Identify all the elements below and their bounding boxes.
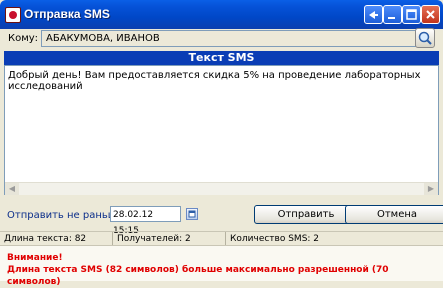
search-icon — [418, 31, 432, 45]
horizontal-scrollbar[interactable]: ◀ ▶ — [5, 182, 438, 195]
status-text-length: Длина текста: 82 — [0, 232, 113, 246]
title-bar[interactable]: Отправка SMS — [0, 0, 443, 29]
send-datetime-field[interactable]: 28.02.12 15:15 — [110, 206, 181, 236]
maximize-icon — [406, 9, 417, 20]
to-label: Кому: — [8, 33, 39, 44]
maximize-button[interactable] — [402, 5, 421, 24]
send-button[interactable]: Отправить — [254, 205, 358, 224]
scroll-right-icon[interactable]: ▶ — [424, 183, 438, 195]
status-sms-count: Количество SMS: 2 — [230, 234, 320, 244]
window-title: Отправка SMS — [24, 7, 110, 21]
status-recipients: Получателей: 2 — [113, 232, 226, 246]
sms-textarea[interactable]: Добрый день! Вам предоставляется скидка … — [4, 65, 439, 195]
minimize-button[interactable] — [383, 5, 402, 24]
calendar-button[interactable] — [186, 208, 198, 220]
scroll-left-icon[interactable]: ◀ — [5, 183, 19, 195]
minimize-icon — [388, 17, 395, 19]
app-icon — [5, 7, 21, 23]
warning-message: Длина текста SMS (82 символов) больше ма… — [7, 265, 389, 287]
help-button[interactable] — [364, 5, 383, 24]
warning-title: Внимание! — [7, 253, 63, 263]
status-bar: Длина текста: 82 Получателей: 2 Количест… — [0, 231, 443, 246]
sms-text-header: Текст SMS — [4, 51, 439, 65]
help-icon — [369, 11, 378, 19]
recipients-field[interactable]: АБАКУМОВА, ИВАНОВ — [41, 30, 416, 47]
search-recipients-button[interactable] — [415, 28, 435, 48]
warning-panel: Внимание! Длина текста SMS (82 символов)… — [0, 245, 443, 287]
send-not-before-label: Отправить не раньше: — [7, 210, 127, 221]
cancel-button[interactable]: Отмена — [345, 205, 443, 224]
calendar-icon — [188, 210, 196, 218]
close-icon — [426, 10, 435, 19]
close-button[interactable] — [421, 5, 440, 24]
